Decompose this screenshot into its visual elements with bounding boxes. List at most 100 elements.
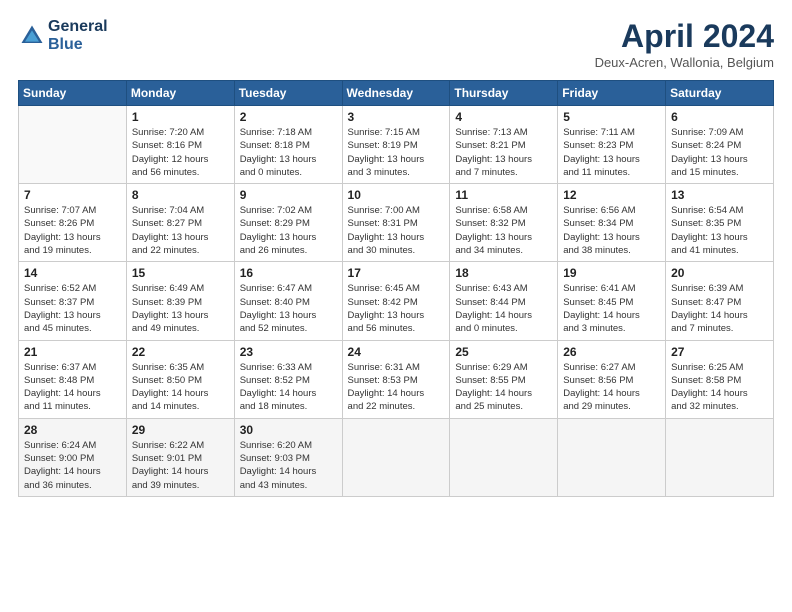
day-number: 6 [671,110,768,124]
day-cell: 14 Sunrise: 6:52 AM Sunset: 8:37 PM Dayli… [19,262,127,340]
week-row-3: 21Sunrise: 6:37 AM Sunset: 8:48 PM Dayli… [19,340,774,418]
logo: General Blue [18,18,108,53]
day-cell: 24 Sunrise: 6:31 AM Sunset: 8:53 PM Dayli… [342,340,450,418]
day-info: Sunrise: 6:29 AM Sunset: 8:55 PM Dayligh… [455,361,552,414]
day-cell: 26 Sunrise: 6:27 AM Sunset: 8:56 PM Dayli… [558,340,666,418]
day-info: Sunrise: 7:04 AM Sunset: 8:27 PM Dayligh… [132,204,229,257]
day-number: 8 [132,188,229,202]
day-info: Sunrise: 7:18 AM Sunset: 8:18 PM Dayligh… [240,126,337,179]
day-number: 11 [455,188,552,202]
day-number: 22 [132,345,229,359]
day-cell: 17Sunrise: 6:45 AM Sunset: 8:42 PM Dayli… [342,262,450,340]
day-cell: 25 Sunrise: 6:29 AM Sunset: 8:55 PM Dayli… [450,340,558,418]
header: General Blue April 2024 Deux-Acren, Wall… [18,18,774,70]
day-number: 7 [24,188,121,202]
day-info: Sunrise: 6:20 AM Sunset: 9:03 PM Dayligh… [240,439,337,492]
day-info: Sunrise: 7:00 AM Sunset: 8:31 PM Dayligh… [348,204,445,257]
day-cell [666,418,774,496]
week-row-2: 14 Sunrise: 6:52 AM Sunset: 8:37 PM Dayli… [19,262,774,340]
day-info: Sunrise: 7:20 AM Sunset: 8:16 PM Dayligh… [132,126,229,179]
day-number: 23 [240,345,337,359]
calendar-table: SundayMondayTuesdayWednesdayThursdayFrid… [18,80,774,497]
day-cell: 8 Sunrise: 7:04 AM Sunset: 8:27 PM Daylig… [126,184,234,262]
day-info: Sunrise: 6:27 AM Sunset: 8:56 PM Dayligh… [563,361,660,414]
day-cell [450,418,558,496]
day-info: Sunrise: 6:35 AM Sunset: 8:50 PM Dayligh… [132,361,229,414]
weekday-row: SundayMondayTuesdayWednesdayThursdayFrid… [19,81,774,106]
day-number: 19 [563,266,660,280]
day-number: 1 [132,110,229,124]
day-info: Sunrise: 6:24 AM Sunset: 9:00 PM Dayligh… [24,439,121,492]
week-row-0: 1 Sunrise: 7:20 AM Sunset: 8:16 PM Daylig… [19,106,774,184]
page: General Blue April 2024 Deux-Acren, Wall… [0,0,792,612]
day-info: Sunrise: 6:58 AM Sunset: 8:32 PM Dayligh… [455,204,552,257]
day-cell: 12 Sunrise: 6:56 AM Sunset: 8:34 PM Dayli… [558,184,666,262]
day-number: 12 [563,188,660,202]
day-number: 2 [240,110,337,124]
day-number: 28 [24,423,121,437]
day-number: 26 [563,345,660,359]
day-number: 24 [348,345,445,359]
day-number: 18 [455,266,552,280]
day-number: 14 [24,266,121,280]
day-info: Sunrise: 6:45 AM Sunset: 8:42 PM Dayligh… [348,282,445,335]
day-info: Sunrise: 6:25 AM Sunset: 8:58 PM Dayligh… [671,361,768,414]
day-cell: 9 Sunrise: 7:02 AM Sunset: 8:29 PM Daylig… [234,184,342,262]
day-info: Sunrise: 6:56 AM Sunset: 8:34 PM Dayligh… [563,204,660,257]
weekday-header-friday: Friday [558,81,666,106]
day-number: 15 [132,266,229,280]
day-cell: 5Sunrise: 7:11 AM Sunset: 8:23 PM Daylig… [558,106,666,184]
day-info: Sunrise: 6:39 AM Sunset: 8:47 PM Dayligh… [671,282,768,335]
day-cell: 4 Sunrise: 7:13 AM Sunset: 8:21 PM Daylig… [450,106,558,184]
day-info: Sunrise: 6:22 AM Sunset: 9:01 PM Dayligh… [132,439,229,492]
day-cell: 30 Sunrise: 6:20 AM Sunset: 9:03 PM Dayli… [234,418,342,496]
day-info: Sunrise: 6:31 AM Sunset: 8:53 PM Dayligh… [348,361,445,414]
day-cell: 11 Sunrise: 6:58 AM Sunset: 8:32 PM Dayli… [450,184,558,262]
calendar-body: 1 Sunrise: 7:20 AM Sunset: 8:16 PM Daylig… [19,106,774,497]
weekday-header-thursday: Thursday [450,81,558,106]
day-cell: 19 Sunrise: 6:41 AM Sunset: 8:45 PM Dayli… [558,262,666,340]
week-row-1: 7Sunrise: 7:07 AM Sunset: 8:26 PM Daylig… [19,184,774,262]
day-cell: 13Sunrise: 6:54 AM Sunset: 8:35 PM Dayli… [666,184,774,262]
day-number: 20 [671,266,768,280]
day-info: Sunrise: 7:02 AM Sunset: 8:29 PM Dayligh… [240,204,337,257]
month-title: April 2024 [595,18,774,55]
day-info: Sunrise: 6:41 AM Sunset: 8:45 PM Dayligh… [563,282,660,335]
day-cell: 23 Sunrise: 6:33 AM Sunset: 8:52 PM Dayli… [234,340,342,418]
day-number: 4 [455,110,552,124]
weekday-header-saturday: Saturday [666,81,774,106]
day-number: 9 [240,188,337,202]
location: Deux-Acren, Wallonia, Belgium [595,55,774,70]
weekday-header-sunday: Sunday [19,81,127,106]
day-info: Sunrise: 7:09 AM Sunset: 8:24 PM Dayligh… [671,126,768,179]
day-cell: 21Sunrise: 6:37 AM Sunset: 8:48 PM Dayli… [19,340,127,418]
day-info: Sunrise: 7:15 AM Sunset: 8:19 PM Dayligh… [348,126,445,179]
logo-text: General Blue [48,18,108,53]
day-cell [19,106,127,184]
day-cell: 20 Sunrise: 6:39 AM Sunset: 8:47 PM Dayli… [666,262,774,340]
day-cell: 1 Sunrise: 7:20 AM Sunset: 8:16 PM Daylig… [126,106,234,184]
day-number: 25 [455,345,552,359]
day-number: 21 [24,345,121,359]
day-cell: 27 Sunrise: 6:25 AM Sunset: 8:58 PM Dayli… [666,340,774,418]
day-number: 16 [240,266,337,280]
day-number: 3 [348,110,445,124]
day-info: Sunrise: 6:52 AM Sunset: 8:37 PM Dayligh… [24,282,121,335]
weekday-header-wednesday: Wednesday [342,81,450,106]
day-number: 27 [671,345,768,359]
day-info: Sunrise: 6:43 AM Sunset: 8:44 PM Dayligh… [455,282,552,335]
day-cell: 2 Sunrise: 7:18 AM Sunset: 8:18 PM Daylig… [234,106,342,184]
week-row-4: 28 Sunrise: 6:24 AM Sunset: 9:00 PM Dayli… [19,418,774,496]
day-cell: 15Sunrise: 6:49 AM Sunset: 8:39 PM Dayli… [126,262,234,340]
day-info: Sunrise: 6:33 AM Sunset: 8:52 PM Dayligh… [240,361,337,414]
day-number: 10 [348,188,445,202]
calendar-header: SundayMondayTuesdayWednesdayThursdayFrid… [19,81,774,106]
day-number: 13 [671,188,768,202]
day-cell: 29Sunrise: 6:22 AM Sunset: 9:01 PM Dayli… [126,418,234,496]
day-number: 5 [563,110,660,124]
day-cell: 6 Sunrise: 7:09 AM Sunset: 8:24 PM Daylig… [666,106,774,184]
day-info: Sunrise: 7:13 AM Sunset: 8:21 PM Dayligh… [455,126,552,179]
day-info: Sunrise: 6:47 AM Sunset: 8:40 PM Dayligh… [240,282,337,335]
day-cell: 3 Sunrise: 7:15 AM Sunset: 8:19 PM Daylig… [342,106,450,184]
day-number: 30 [240,423,337,437]
